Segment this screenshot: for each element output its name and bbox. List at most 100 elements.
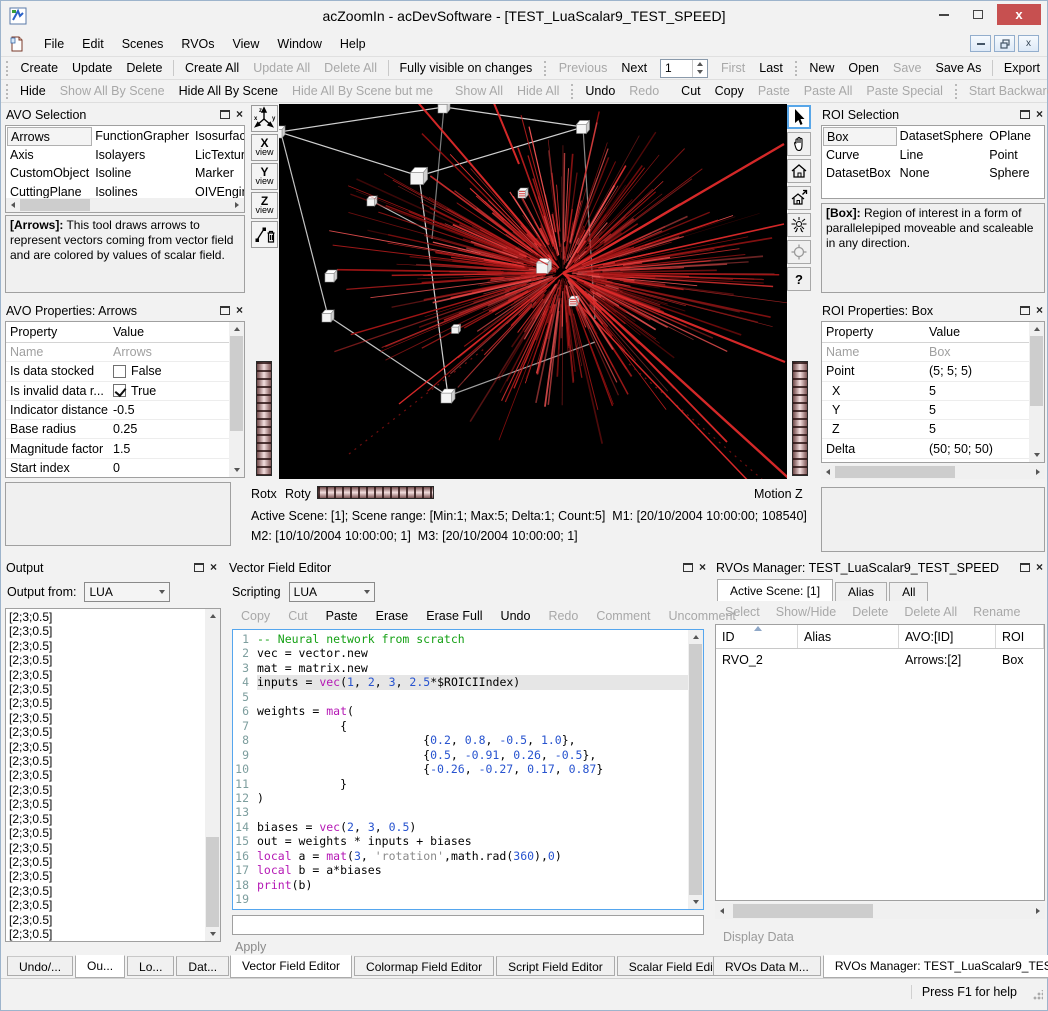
minimize-button[interactable]: [929, 4, 959, 25]
close-icon[interactable]: ×: [1036, 563, 1043, 572]
property-row[interactable]: Is invalid data r...True: [6, 382, 229, 401]
redo-button[interactable]: Redo: [622, 82, 666, 100]
column-header[interactable]: Property: [6, 325, 109, 339]
list-item-box[interactable]: Box: [823, 127, 897, 146]
tab-dat[interactable]: Dat...: [176, 956, 229, 976]
close-icon[interactable]: ×: [1036, 110, 1043, 119]
copy-button[interactable]: Copy: [708, 82, 751, 100]
list-item-sphere[interactable]: Sphere: [986, 164, 1044, 183]
fully-visible-on-changes-button[interactable]: Fully visible on changes: [392, 59, 539, 77]
list-item-customobject[interactable]: CustomObject: [7, 164, 92, 183]
next-button[interactable]: Next: [614, 59, 654, 77]
roi-table-vscrollbar[interactable]: [1029, 322, 1044, 462]
menu-view[interactable]: View: [224, 33, 269, 55]
toolbar-handle[interactable]: [544, 61, 547, 76]
seek-icon[interactable]: [787, 240, 811, 264]
erase-button[interactable]: Erase: [367, 608, 418, 624]
output-vscrollbar[interactable]: [205, 609, 220, 941]
update-button[interactable]: Update: [65, 59, 119, 77]
tab-rvos-data-m[interactable]: RVOs Data M...: [713, 956, 821, 976]
create-all-button[interactable]: Create All: [178, 59, 246, 77]
column-header[interactable]: ROI: [996, 625, 1044, 648]
list-item-isoline[interactable]: Isoline: [92, 164, 192, 183]
tab-script-field-editor[interactable]: Script Field Editor: [496, 956, 615, 976]
set-home-icon[interactable]: [787, 186, 811, 210]
help-button[interactable]: ?: [787, 267, 811, 291]
axes-icon[interactable]: z x y: [251, 105, 278, 132]
property-row[interactable]: Magnitude factor1.5: [6, 439, 229, 458]
close-button[interactable]: x: [997, 4, 1041, 25]
menu-scenes[interactable]: Scenes: [113, 33, 173, 55]
menu-window[interactable]: Window: [268, 33, 330, 55]
first-button[interactable]: First: [714, 59, 752, 77]
list-item-oplane[interactable]: OPlane: [986, 127, 1044, 146]
checkbox[interactable]: [113, 365, 126, 378]
scene-number-spinbox[interactable]: 1: [660, 59, 708, 78]
viewport-3d-canvas[interactable]: [279, 104, 787, 479]
mdi-minimize-button[interactable]: [970, 35, 991, 52]
update-all-button[interactable]: Update All: [246, 59, 317, 77]
last-button[interactable]: Last: [752, 59, 790, 77]
tab-colormap-field-editor[interactable]: Colormap Field Editor: [354, 956, 494, 976]
property-row[interactable]: Is data stockedFalse: [6, 362, 229, 381]
rename-button[interactable]: Rename: [965, 604, 1028, 620]
property-row[interactable]: Base radius0.25: [6, 420, 229, 439]
show-hide-button[interactable]: Show/Hide: [768, 604, 844, 620]
cut-button[interactable]: Cut: [674, 82, 707, 100]
toolbar-handle[interactable]: [6, 84, 8, 99]
roty-thumbwheel[interactable]: [317, 486, 434, 499]
tab-lo[interactable]: Lo...: [127, 956, 174, 976]
avo-list-hscrollbar[interactable]: [6, 198, 244, 212]
copy-button[interactable]: Copy: [232, 608, 279, 624]
start-backward-button[interactable]: Start Backward: [962, 82, 1048, 100]
property-row[interactable]: Point(5; 5; 5): [822, 362, 1029, 381]
save-as-button[interactable]: Save As: [929, 59, 989, 77]
menu-help[interactable]: Help: [331, 33, 375, 55]
toolbar-handle[interactable]: [6, 61, 9, 76]
list-item-axis[interactable]: Axis: [7, 146, 92, 165]
select-button[interactable]: Select: [717, 604, 768, 620]
rvo-hscrollbar[interactable]: [715, 903, 1045, 919]
hide-all-by-scene-but-me-button[interactable]: Hide All By Scene but me: [285, 82, 440, 100]
float-icon[interactable]: [1020, 563, 1030, 572]
menu-file[interactable]: File: [35, 33, 73, 55]
list-item-line[interactable]: Line: [897, 146, 987, 165]
float-icon[interactable]: [194, 563, 204, 572]
hide-all-button[interactable]: Hide All: [510, 82, 566, 100]
mdi-close-button[interactable]: x: [1018, 35, 1039, 52]
code-editor[interactable]: 1-- Neural network from scratch2vec = ve…: [232, 629, 704, 910]
delete-all-button[interactable]: Delete All: [317, 59, 384, 77]
rvo-tab-alias[interactable]: Alias: [835, 582, 887, 601]
erase-full-button[interactable]: Erase Full: [417, 608, 491, 624]
float-icon[interactable]: [1020, 306, 1030, 315]
tab-rvos-manager-test-luascalar9-test[interactable]: RVOs Manager: TEST_LuaScalar9_TEST_...: [823, 955, 1048, 978]
list-item-lictextur[interactable]: LicTextur: [192, 146, 245, 165]
hide-all-by-scene-button[interactable]: Hide All By Scene: [172, 82, 285, 100]
float-icon[interactable]: [683, 563, 693, 572]
column-header[interactable]: Alias: [798, 625, 899, 648]
pointer-tool-button[interactable]: [787, 105, 811, 129]
paste-button[interactable]: Paste: [317, 608, 367, 624]
list-item-datasetsphere[interactable]: DatasetSphere: [897, 127, 987, 146]
hide-button[interactable]: Hide: [13, 82, 53, 100]
undo-button[interactable]: Undo: [578, 82, 622, 100]
property-row[interactable]: Indicator distance-0.5: [6, 401, 229, 420]
previous-button[interactable]: Previous: [552, 59, 615, 77]
column-header[interactable]: AVO:[ID]: [899, 625, 996, 648]
close-icon[interactable]: ×: [699, 563, 706, 572]
rvo-tab-active-scene-1[interactable]: Active Scene: [1]: [717, 579, 833, 601]
delete-all-button[interactable]: Delete All: [896, 604, 965, 620]
erase-line-icon[interactable]: [251, 221, 278, 248]
tab-vector-field-editor[interactable]: Vector Field Editor: [230, 955, 352, 978]
tab-undo[interactable]: Undo/...: [7, 956, 73, 976]
redo-button[interactable]: Redo: [539, 608, 587, 624]
list-item-arrows[interactable]: Arrows: [7, 127, 92, 146]
list-item-marker[interactable]: Marker: [192, 164, 245, 183]
list-item-point[interactable]: Point: [986, 146, 1044, 165]
menu-rvos[interactable]: RVOs: [172, 33, 223, 55]
expression-input[interactable]: [232, 915, 704, 935]
paste-all-button[interactable]: Paste All: [797, 82, 860, 100]
list-item-datasetbox[interactable]: DatasetBox: [823, 164, 897, 183]
paste-button[interactable]: Paste: [751, 82, 797, 100]
resize-grip[interactable]: [1033, 990, 1043, 1000]
